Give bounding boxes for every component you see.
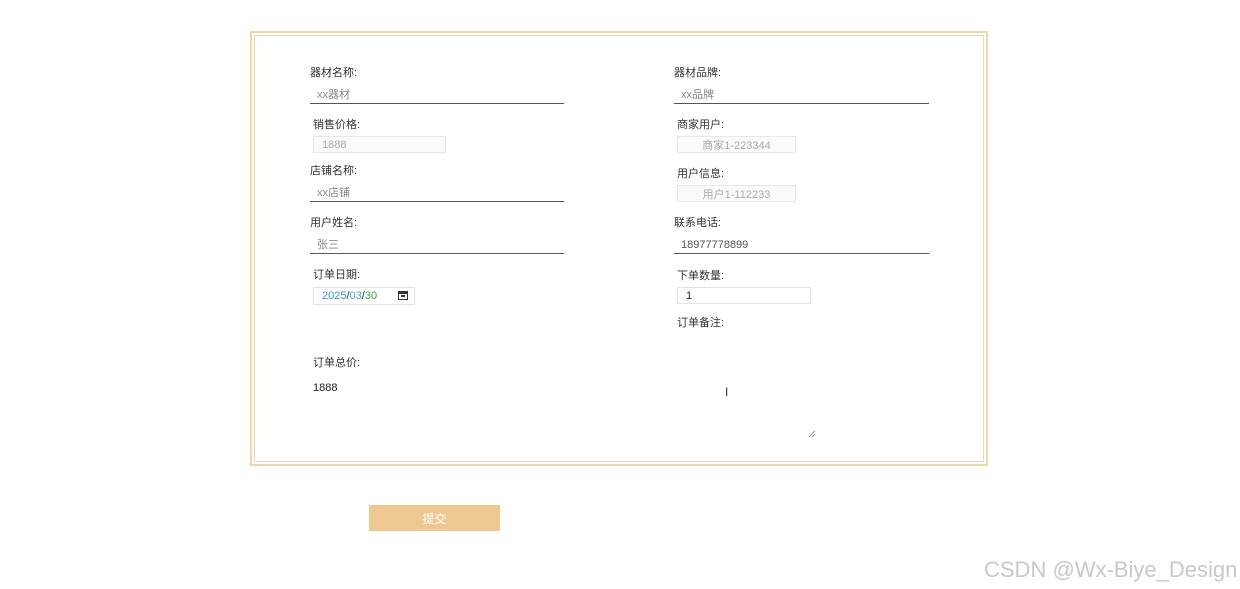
merchant-user-label: 商家用户: <box>677 119 725 131</box>
sale-price-field[interactable]: 1888 <box>313 136 446 153</box>
user-info-label: 用户信息: <box>677 168 725 180</box>
user-info-field[interactable]: 用户1-112233 <box>677 185 796 202</box>
remark-label: 订单备注: <box>677 317 725 329</box>
quantity-label: 下单数量: <box>677 270 725 282</box>
text-cursor-icon: I <box>725 385 729 399</box>
shop-name-label: 店铺名称: <box>310 165 358 177</box>
submit-button[interactable]: 提交 <box>369 505 500 531</box>
user-name-label: 用户姓名: <box>310 217 358 229</box>
equipment-name-label: 器材名称: <box>310 67 358 79</box>
shop-name-input[interactable] <box>310 184 564 202</box>
calendar-icon[interactable] <box>398 291 408 300</box>
quantity-input[interactable]: 1 <box>677 287 811 304</box>
order-total-label: 订单总价: <box>313 357 361 369</box>
date-year: 2025 <box>322 290 347 302</box>
date-day: 30 <box>364 290 378 302</box>
order-total-value: 1888 <box>313 382 338 394</box>
phone-label: 联系电话: <box>674 217 722 229</box>
equipment-name-input[interactable] <box>310 86 564 104</box>
remark-textarea[interactable] <box>676 335 817 439</box>
equipment-brand-label: 器材品牌: <box>674 67 722 79</box>
order-date-input[interactable]: 2025/03/30 <box>313 287 415 305</box>
merchant-user-field[interactable]: 商家1-223344 <box>677 136 796 153</box>
equipment-brand-input[interactable] <box>674 86 929 104</box>
order-date-label: 订单日期: <box>313 269 361 281</box>
sale-price-label: 销售价格: <box>313 119 361 131</box>
user-name-input[interactable] <box>310 236 564 254</box>
date-month: 03 <box>349 290 362 302</box>
watermark: CSDN @Wx-Biye_Design <box>984 557 1238 582</box>
phone-input[interactable]: 18977778899 <box>674 236 929 254</box>
resize-grip-icon[interactable] <box>808 430 816 438</box>
